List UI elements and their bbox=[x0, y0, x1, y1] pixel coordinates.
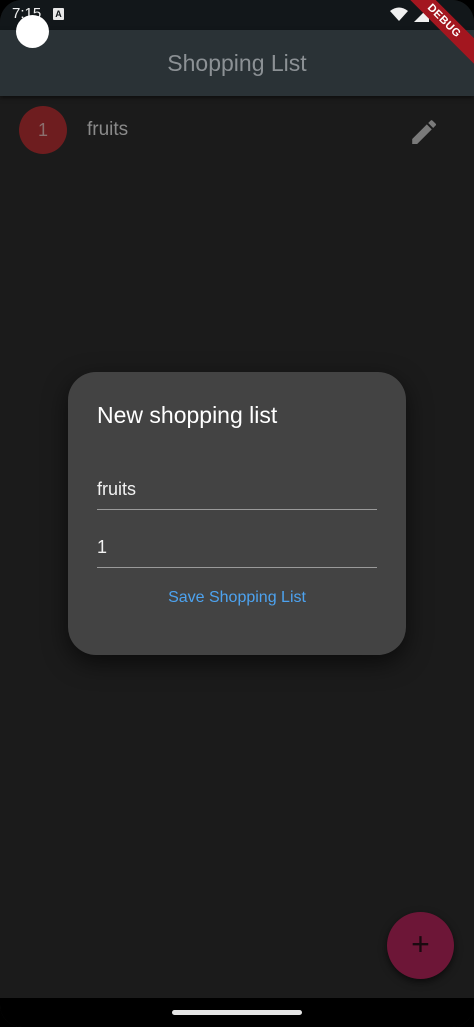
dialog-title: New shopping list bbox=[97, 402, 278, 428]
add-list-button[interactable]: + bbox=[387, 912, 454, 979]
navigation-bar bbox=[0, 998, 474, 1027]
list-name-input[interactable] bbox=[97, 470, 377, 510]
new-shopping-list-dialog: New shopping list Save Shopping List bbox=[68, 372, 406, 655]
add-icon: + bbox=[411, 926, 430, 962]
priority-input[interactable] bbox=[97, 528, 377, 568]
home-indicator[interactable] bbox=[172, 1010, 302, 1015]
save-shopping-list-button[interactable]: Save Shopping List bbox=[68, 586, 406, 610]
app-screen: 7:15 A Shopping List DEBUG 1 fruits New … bbox=[0, 0, 474, 1027]
